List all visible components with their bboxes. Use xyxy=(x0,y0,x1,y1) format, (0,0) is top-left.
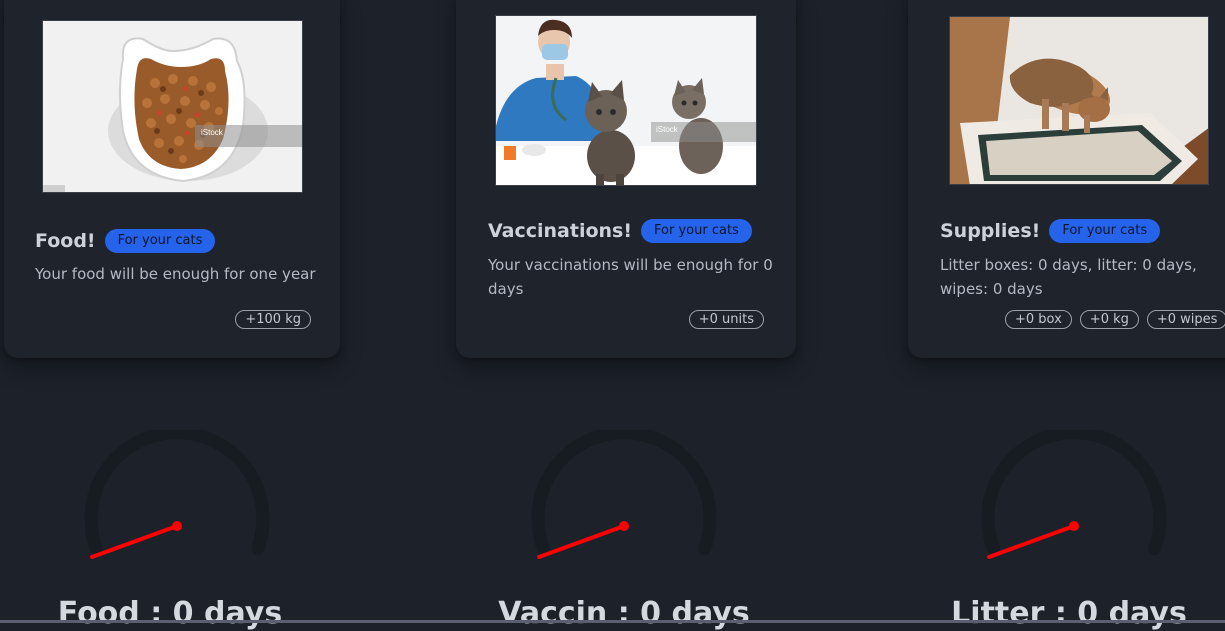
litter-box-image xyxy=(949,16,1209,185)
vaccin-gauge xyxy=(529,426,719,570)
wipes-chip[interactable]: +0 wipes xyxy=(1146,310,1225,329)
gauge-needle xyxy=(987,524,1076,559)
box-chip[interactable]: +0 box xyxy=(1005,310,1072,329)
food-amount-chip[interactable]: +100 kg xyxy=(235,310,311,329)
gauge-pivot xyxy=(172,521,182,531)
card-description: Your vaccinations will be enough for 0 d… xyxy=(488,256,773,298)
istock-watermark: iStock xyxy=(201,128,224,137)
card-title: Vaccinations! xyxy=(488,220,633,242)
food-gauge xyxy=(82,426,272,570)
vet-kittens-image: iStock xyxy=(495,15,757,186)
food-bowl-image: iStock xyxy=(42,20,303,193)
for-your-cats-badge: For your cats xyxy=(1049,219,1161,243)
gauge-needle xyxy=(537,524,626,559)
food-chips: +100 kg xyxy=(235,310,311,329)
food-gauge-label: Food : 0 days xyxy=(57,596,283,631)
litter-kg-chip[interactable]: +0 kg xyxy=(1079,310,1139,329)
card-title: Food! xyxy=(35,230,96,252)
gauge-pivot xyxy=(1069,521,1079,531)
vaccinations-card: iStock Vaccinations! For your cats Your … xyxy=(456,0,796,358)
card-description: Your food will be enough for one year xyxy=(35,265,316,283)
food-card: iStock Food! For your cats Your food wil… xyxy=(4,0,340,358)
supplies-chips: +0 box +0 kg +0 wipes xyxy=(1005,310,1225,329)
vaccination-units-chip[interactable]: +0 units xyxy=(688,310,764,329)
supplies-card: Supplies! For your cats Litter boxes: 0 … xyxy=(908,0,1225,358)
food-title-row: Food! For your cats xyxy=(35,229,216,253)
gauge-needle xyxy=(90,524,179,559)
for-your-cats-badge: For your cats xyxy=(104,229,216,253)
litter-gauge xyxy=(979,426,1169,570)
for-your-cats-badge: For your cats xyxy=(641,219,752,243)
vaccination-chips: +0 units xyxy=(688,310,764,329)
card-title: Supplies! xyxy=(940,220,1041,242)
supplies-title-row: Supplies! For your cats xyxy=(940,219,1161,243)
gauge-pivot xyxy=(619,521,629,531)
litter-gauge-label: Litter : 0 days xyxy=(951,596,1187,631)
vaccin-gauge-label: Vaccin : 0 days xyxy=(498,596,750,631)
vaccinations-title-row: Vaccinations! For your cats xyxy=(488,219,752,243)
istock-watermark: iStock xyxy=(656,125,679,134)
card-description: Litter boxes: 0 days, litter: 0 days, wi… xyxy=(940,256,1197,298)
